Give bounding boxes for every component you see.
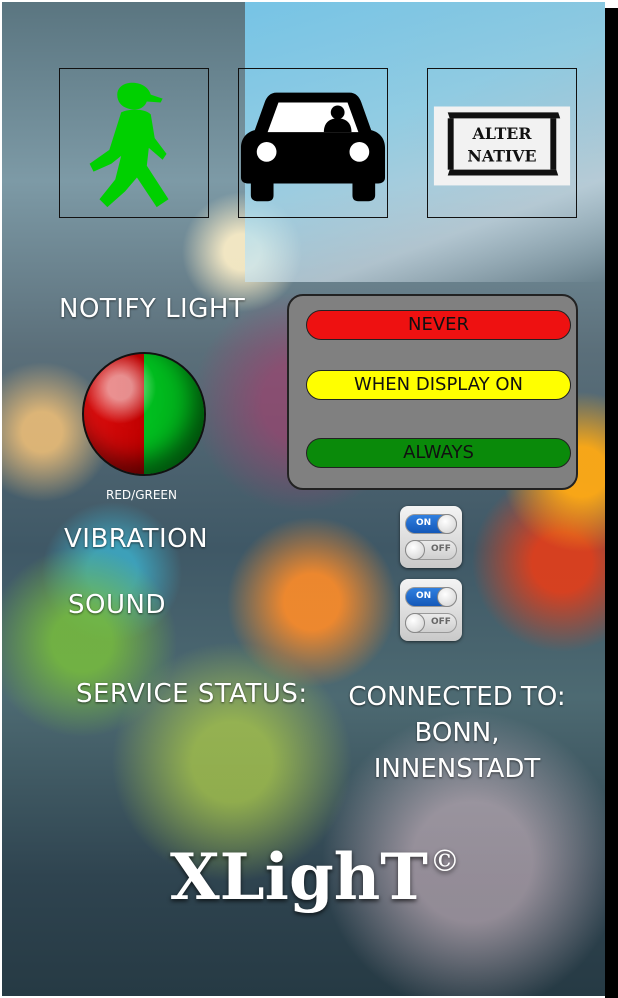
copyright-mark: © (429, 844, 460, 879)
car-icon (240, 92, 386, 202)
vibration-off-switch[interactable]: OFF (405, 540, 457, 560)
notify-light-label: NOTIFY LIGHT (59, 294, 246, 324)
ampelmann-green-icon (89, 82, 169, 208)
service-status-value: CONNECTED TO: BONN, INNENSTADT (337, 679, 577, 787)
switch-knob (437, 587, 457, 607)
app-brand-title: XLighT© (170, 840, 460, 915)
sound-off-switch[interactable]: OFF (405, 613, 457, 633)
off-text: OFF (431, 544, 451, 554)
service-status-label: SERVICE STATUS: (76, 679, 308, 709)
on-text: ON (416, 591, 432, 601)
status-line-1: CONNECTED TO: (348, 682, 566, 712)
sound-toggle[interactable]: ON OFF (400, 579, 462, 641)
notify-light-options: NEVER WHEN DISPLAY ON ALWAYS (287, 294, 578, 490)
app-screen: ALTER NATIVE NOTIFY LIGHT RED/GREEN NEVE… (2, 2, 605, 996)
status-line-2: BONN, (414, 718, 500, 748)
alternative-mode-button[interactable]: ALTER NATIVE (427, 68, 577, 218)
sound-on-switch[interactable]: ON (405, 587, 457, 607)
vibration-label: VIBRATION (64, 524, 209, 554)
sound-label: SOUND (68, 590, 166, 620)
status-line-3: INNENSTADT (373, 754, 541, 784)
option-never-button[interactable]: NEVER (306, 310, 571, 340)
car-mode-button[interactable] (238, 68, 388, 218)
brand-name: XLighT (170, 840, 428, 915)
option-when-display-on-button[interactable]: WHEN DISPLAY ON (306, 370, 571, 400)
pedestrian-mode-button[interactable] (59, 68, 209, 218)
switch-knob (405, 540, 425, 560)
logo-line-2: NATIVE (467, 147, 536, 166)
light-color-caption: RED/GREEN (106, 488, 177, 502)
off-text: OFF (431, 617, 451, 627)
switch-knob (437, 514, 457, 534)
vibration-on-switch[interactable]: ON (405, 514, 457, 534)
frame-shadow (605, 8, 618, 998)
alternative-logo-icon: ALTER NATIVE (433, 106, 571, 186)
switch-knob (405, 613, 425, 633)
vibration-toggle[interactable]: ON OFF (400, 506, 462, 568)
logo-line-1: ALTER (472, 124, 533, 143)
on-text: ON (416, 518, 432, 528)
option-always-button[interactable]: ALWAYS (306, 438, 571, 468)
notify-light-indicator[interactable] (82, 352, 206, 476)
